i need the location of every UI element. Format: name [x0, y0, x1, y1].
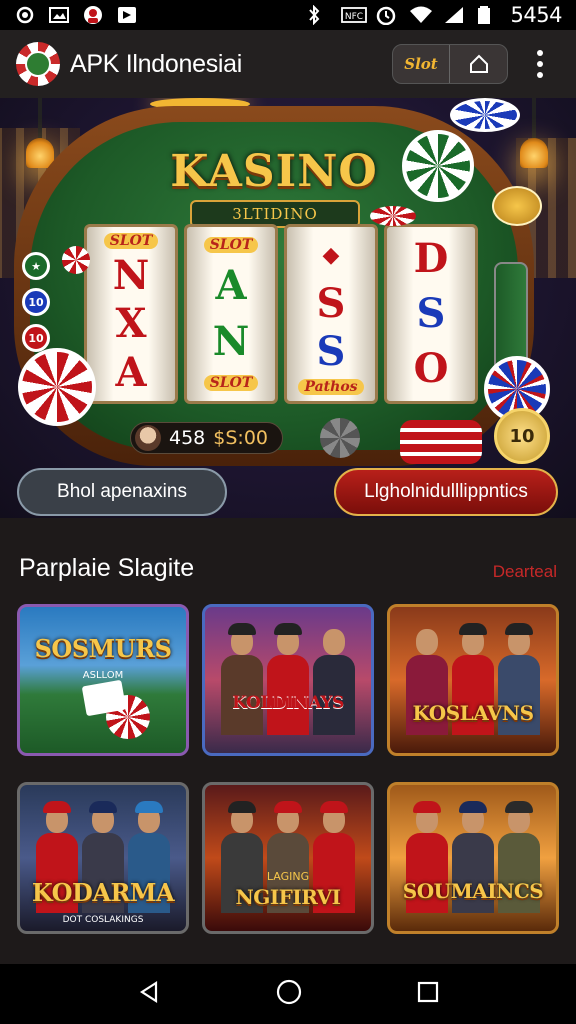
game-card[interactable]: KOSLAVNS	[387, 604, 559, 756]
reel-tag: Pathos	[298, 378, 364, 395]
hero-banner[interactable]: KASINO 3LTIDINO ★ 10 10 25 SLOT N X A SL…	[0, 98, 576, 518]
reel-symbol: S	[316, 328, 346, 376]
reel-symbol: N	[212, 317, 250, 365]
hero-left-button[interactable]: Bhol apenaxins	[17, 468, 227, 516]
image-icon	[48, 5, 70, 25]
status-bar: NFC 5454	[0, 0, 576, 30]
lamp-icon	[520, 98, 548, 168]
reel-symbol: D	[413, 234, 449, 282]
gold-chip: 10	[494, 408, 550, 464]
alarm-icon	[375, 5, 397, 26]
back-icon[interactable]	[136, 979, 162, 1009]
reel-tag: SLOT	[203, 375, 259, 392]
wifi-icon	[409, 5, 432, 25]
reel-symbol-leaf: ◆	[322, 242, 340, 269]
reel-symbol: A	[215, 262, 247, 310]
app-bar-actions: Slot	[392, 44, 508, 84]
slot-reel: ◆ S S Pathos	[284, 224, 378, 404]
card-title: KODARMA	[31, 878, 175, 907]
reel-symbol: N	[112, 251, 150, 299]
nfc-icon: NFC	[340, 5, 367, 25]
side-chip: 10	[22, 324, 50, 352]
reel-symbol: S	[316, 279, 346, 327]
card-title: KOLDINAYS	[232, 693, 344, 713]
game-card[interactable]: LAGING NGIFIRVI	[202, 782, 374, 934]
play-store-icon	[116, 5, 138, 25]
app-logo-icon	[16, 42, 60, 86]
house-icon	[469, 54, 488, 73]
reel-symbol: A	[115, 348, 147, 396]
home-icon[interactable]	[275, 978, 303, 1010]
card-title: SOUMAINCS	[402, 879, 544, 903]
status-clock: 5454	[510, 3, 563, 27]
side-chip: ★	[22, 252, 50, 280]
card-title: NGIFIRVI	[235, 885, 341, 909]
section-title: Parplaie Slagite	[19, 554, 195, 582]
reel-symbol: O	[413, 345, 449, 393]
poker-chip-icon	[402, 130, 474, 202]
poker-chip-icon	[62, 246, 90, 274]
poker-chip-icon	[18, 348, 96, 426]
avatar-icon	[82, 5, 104, 25]
signal-icon	[443, 5, 465, 25]
poker-chip-icon	[370, 206, 416, 226]
game-card[interactable]: SOSMURS ASLLOM	[17, 604, 189, 756]
character-group	[205, 621, 371, 735]
game-card[interactable]: SOUMAINCS	[387, 782, 559, 934]
card-subtitle: ASLLOM	[82, 670, 124, 681]
recents-icon[interactable]	[416, 980, 440, 1008]
balance-amount: 458	[169, 427, 206, 449]
app-title: APK Ilndonesiai	[70, 49, 243, 78]
battery-icon	[477, 5, 499, 25]
slot-reel: D S O	[384, 224, 478, 404]
card-subtitle: DOT COSLAKINGS	[62, 915, 144, 925]
card-subtitle: LAGING	[266, 870, 310, 883]
side-chip: 10	[22, 288, 50, 316]
card-title: KOSLAVNS	[412, 701, 534, 725]
gear-icon	[320, 418, 360, 458]
app-bar: APK Ilndonesiai Slot	[0, 30, 576, 98]
hero-right-button[interactable]: Llgholnidulllippntics	[334, 468, 558, 516]
section-link[interactable]: Dearteal	[493, 562, 557, 582]
system-nav-bar	[0, 964, 576, 1024]
poker-chip-icon	[450, 98, 520, 132]
game-grid: SOSMURS ASLLOM KOLDINAYS KOSLAVNS KODARM…	[17, 604, 559, 934]
balance-currency: $S:00	[213, 427, 268, 449]
slot-reel: SLOT N X A	[84, 224, 178, 404]
reel-symbol: S	[416, 289, 446, 337]
svg-text:NFC: NFC	[344, 12, 362, 22]
gold-coin-icon	[492, 186, 542, 226]
balance-display: 458 $S:00	[130, 422, 283, 454]
reel-symbol: X	[115, 300, 147, 348]
overflow-menu-button[interactable]	[520, 44, 560, 84]
slot-reel: SLOT A N SLOT	[184, 224, 278, 404]
game-card[interactable]: KODARMA DOT COSLAKINGS	[17, 782, 189, 934]
card-title: SOSMURS	[34, 634, 172, 663]
player-avatar	[135, 425, 161, 451]
settings-icon	[14, 5, 36, 25]
bluetooth-icon	[307, 4, 329, 26]
reel-tag: SLOT	[203, 236, 259, 253]
home-button[interactable]	[450, 45, 507, 83]
lamp-icon	[26, 98, 54, 168]
game-card[interactable]: KOLDINAYS	[202, 604, 374, 756]
chip-stack-icon	[400, 420, 482, 464]
slot-reels: SLOT N X A SLOT A N SLOT ◆ S S Pathos D …	[84, 224, 478, 404]
reel-tag: SLOT	[103, 233, 159, 250]
slot-button[interactable]: Slot	[393, 45, 451, 83]
